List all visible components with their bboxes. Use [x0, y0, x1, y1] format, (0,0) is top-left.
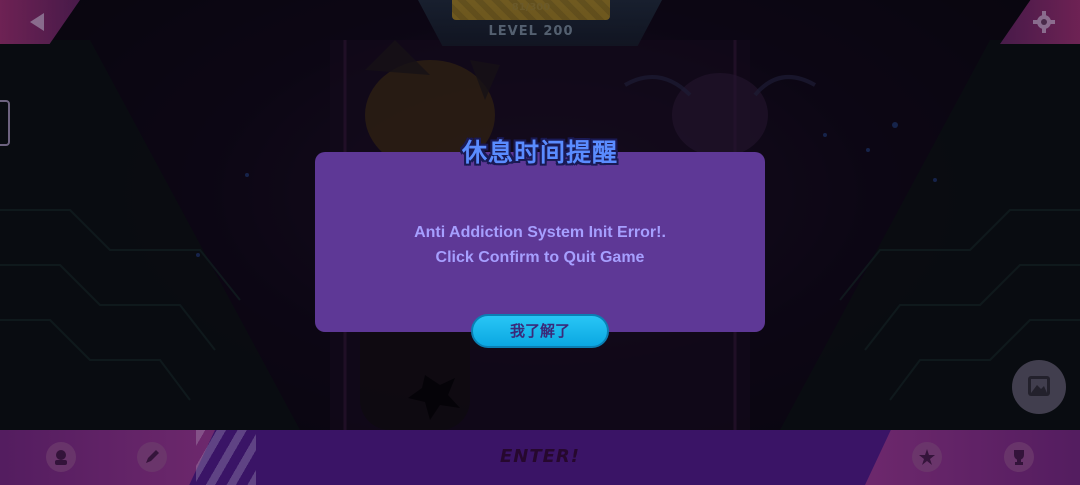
- side-tab[interactable]: [0, 100, 10, 146]
- confirm-button[interactable]: 我了解了: [471, 314, 609, 348]
- edit-button[interactable]: [137, 442, 167, 472]
- dialog-message-line-2: Click Confirm to Quit Game: [435, 249, 645, 266]
- level-exp-text: 81/300: [511, 2, 551, 13]
- dialog-title: 休息时间提醒: [461, 138, 618, 167]
- bottom-right-segment: [865, 430, 1080, 485]
- back-arrow-icon[interactable]: [26, 11, 48, 33]
- gallery-icon: [1028, 376, 1050, 396]
- gallery-button[interactable]: [1012, 360, 1066, 414]
- gear-icon[interactable]: [1032, 10, 1056, 34]
- dialog-message-line-1: Anti Addiction System Init Error!.: [414, 224, 666, 241]
- character-button[interactable]: [46, 442, 76, 472]
- pencil-icon: [146, 450, 159, 463]
- game-screen: 81/300 LEVEL 200 ENTER! 休息时间提醒 Anti Addi…: [0, 0, 1080, 485]
- dialog-message: Anti Addiction System Init Error!. Click…: [315, 220, 765, 270]
- trophy-icon: [1014, 450, 1024, 465]
- bottom-left-segment: [0, 430, 215, 485]
- bottom-stripe-decoration: [196, 430, 256, 485]
- character-icon: [55, 450, 67, 465]
- trophy-button[interactable]: [1004, 442, 1034, 472]
- enter-button[interactable]: ENTER!: [440, 446, 640, 467]
- level-label: LEVEL 200: [488, 24, 574, 39]
- star-icon: [919, 449, 935, 465]
- favorites-button[interactable]: [912, 442, 942, 472]
